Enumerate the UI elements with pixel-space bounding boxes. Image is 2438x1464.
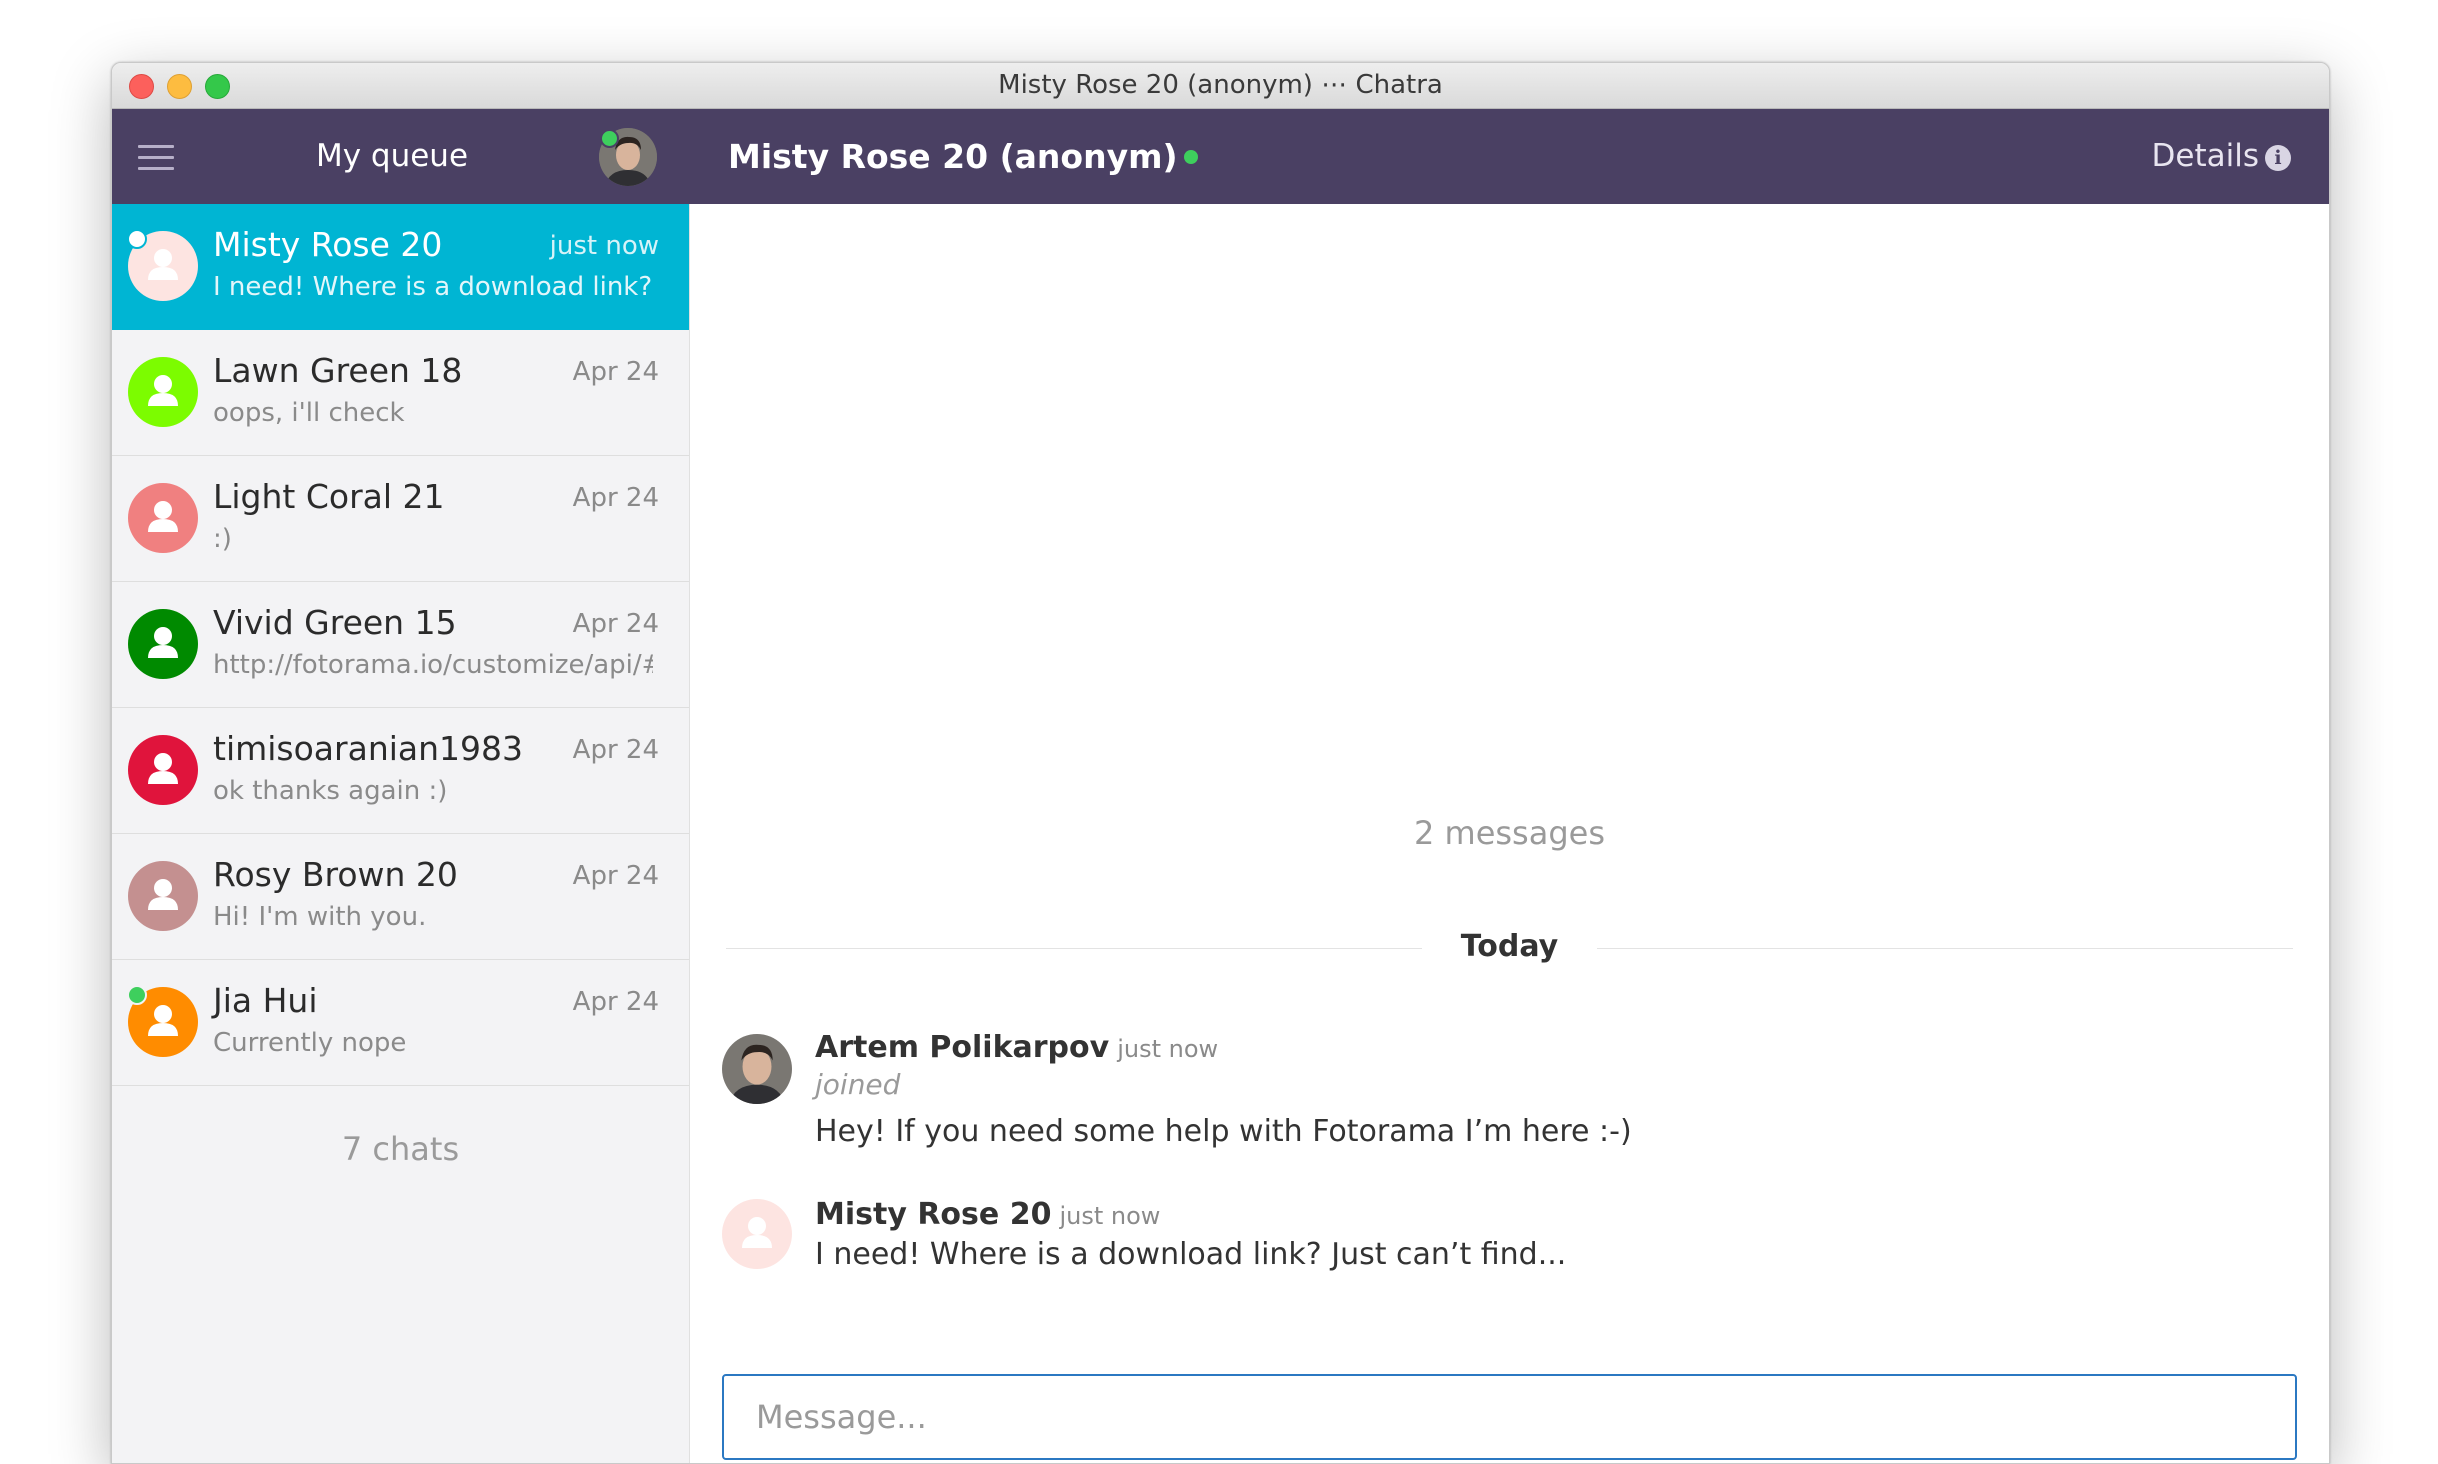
chat-item-time: Apr 24 [572,861,659,891]
online-status-icon [127,985,147,1005]
chat-list-item[interactable]: timisoaranian1983 Apr 24 ok thanks again :… [112,708,689,834]
details-label: Details [2151,138,2259,174]
user-icon [128,609,198,679]
app-window: Misty Rose 20 (anonym) ⋯ Chatra My queue… [111,62,2330,1464]
chat-item-preview: I need! Where is a download link? J... [213,272,653,302]
agent-online-indicator [600,129,619,148]
chat-item-preview: http://fotorama.io/customize/api/#... [213,650,653,680]
chat-list: Misty Rose 20 just now I need! Where is a … [112,204,689,1086]
chat-item-name: Misty Rose 20 [213,225,443,264]
online-status-icon [1183,149,1198,164]
chat-item-preview: :) [213,524,232,554]
chat-item-name: timisoaranian1983 [213,729,524,768]
conversation-panel: 2 messages Today Artem Polikarpov just no… [690,204,2329,1463]
chat-item-time: Apr 24 [572,987,659,1017]
chat-item-time: Apr 24 [572,483,659,513]
user-icon [128,861,198,931]
day-separator: Today [726,929,2293,969]
online-status-icon [127,229,147,249]
author-name: Misty Rose 20 [815,1197,1052,1232]
queue-title: My queue [315,138,469,174]
chat-header-title: Misty Rose 20 (anonym) [728,109,1198,204]
chat-item-time: Apr 24 [572,609,659,639]
chat-item-preview: oops, i'll check [213,398,405,428]
chat-list-item[interactable]: Misty Rose 20 just now I need! Where is a … [112,204,689,330]
menu-icon[interactable] [138,143,174,171]
chat-item-time: Apr 24 [572,735,659,765]
person-photo-icon [722,1034,792,1104]
chat-title-text: Misty Rose 20 (anonym) [728,137,1178,176]
info-icon: i [2265,144,2291,171]
chat-count: 7 chats [341,1130,460,1168]
window-title: Misty Rose 20 (anonym) ⋯ Chatra [998,70,1443,100]
chat-list-item[interactable]: Light Coral 21 Apr 24:) [112,456,689,582]
chat-item-name: Vivid Green 15 [213,603,457,642]
message-author: Misty Rose 20 just now [815,1197,1160,1232]
author-name: Artem Polikarpov [815,1030,1110,1065]
message-composer[interactable] [722,1374,2297,1460]
visitor-avatar [128,609,198,679]
chat-list-sidebar: Misty Rose 20 just now I need! Where is a … [112,204,690,1463]
header-bar: My queue Misty Rose 20 (anonym) Details i [112,109,2329,204]
message-text: I need! Where is a download link? Just c… [815,1237,1567,1272]
chat-item-name: Lawn Green 18 [213,351,463,390]
visitor-avatar [128,357,198,427]
message-text: Hey! If you need some help with Fotorama… [815,1114,1632,1149]
chat-item-time: Apr 24 [572,357,659,387]
chat-item-name: Rosy Brown 20 [213,855,458,894]
visitor-avatar [128,483,198,553]
day-label: Today [1460,929,1559,964]
chat-item-preview: ok thanks again :) [213,776,448,806]
details-button[interactable]: Details i [2152,109,2291,204]
message-time: just now [1059,1202,1161,1230]
visitor-avatar [128,861,198,931]
message-count: 2 messages [1413,814,1605,852]
message-system-note: joined [815,1068,901,1101]
chat-item-name: Light Coral 21 [213,477,445,516]
user-icon [128,483,198,553]
message-time: just now [1117,1035,1219,1063]
message-input[interactable] [724,1376,2295,1458]
chat-item-name: Jia Hui [213,981,318,1020]
chat-item-preview: Hi! I'm with you. [213,902,427,932]
chat-list-item[interactable]: Vivid Green 15 Apr 24 http://fotorama.io/c… [112,582,689,708]
chat-list-item[interactable]: Rosy Brown 20 Apr 24 Hi! I'm with you. [112,834,689,960]
chat-list-item[interactable]: Jia Hui Apr 24 Currently nope [112,960,689,1086]
chat-list-item[interactable]: Lawn Green 18 Apr 24 oops, i'll check [112,330,689,456]
visitor-avatar [128,735,198,805]
message-author: Artem Polikarpov just now [815,1030,1218,1065]
user-icon [128,357,198,427]
visitor-message-avatar [722,1199,792,1269]
title-bar: Misty Rose 20 (anonym) ⋯ Chatra [112,63,2329,109]
user-icon [128,735,198,805]
agent-message-avatar [722,1034,792,1104]
chat-item-time: just now [549,231,659,261]
user-icon [742,1217,772,1248]
chat-item-preview: Currently nope [213,1028,407,1058]
